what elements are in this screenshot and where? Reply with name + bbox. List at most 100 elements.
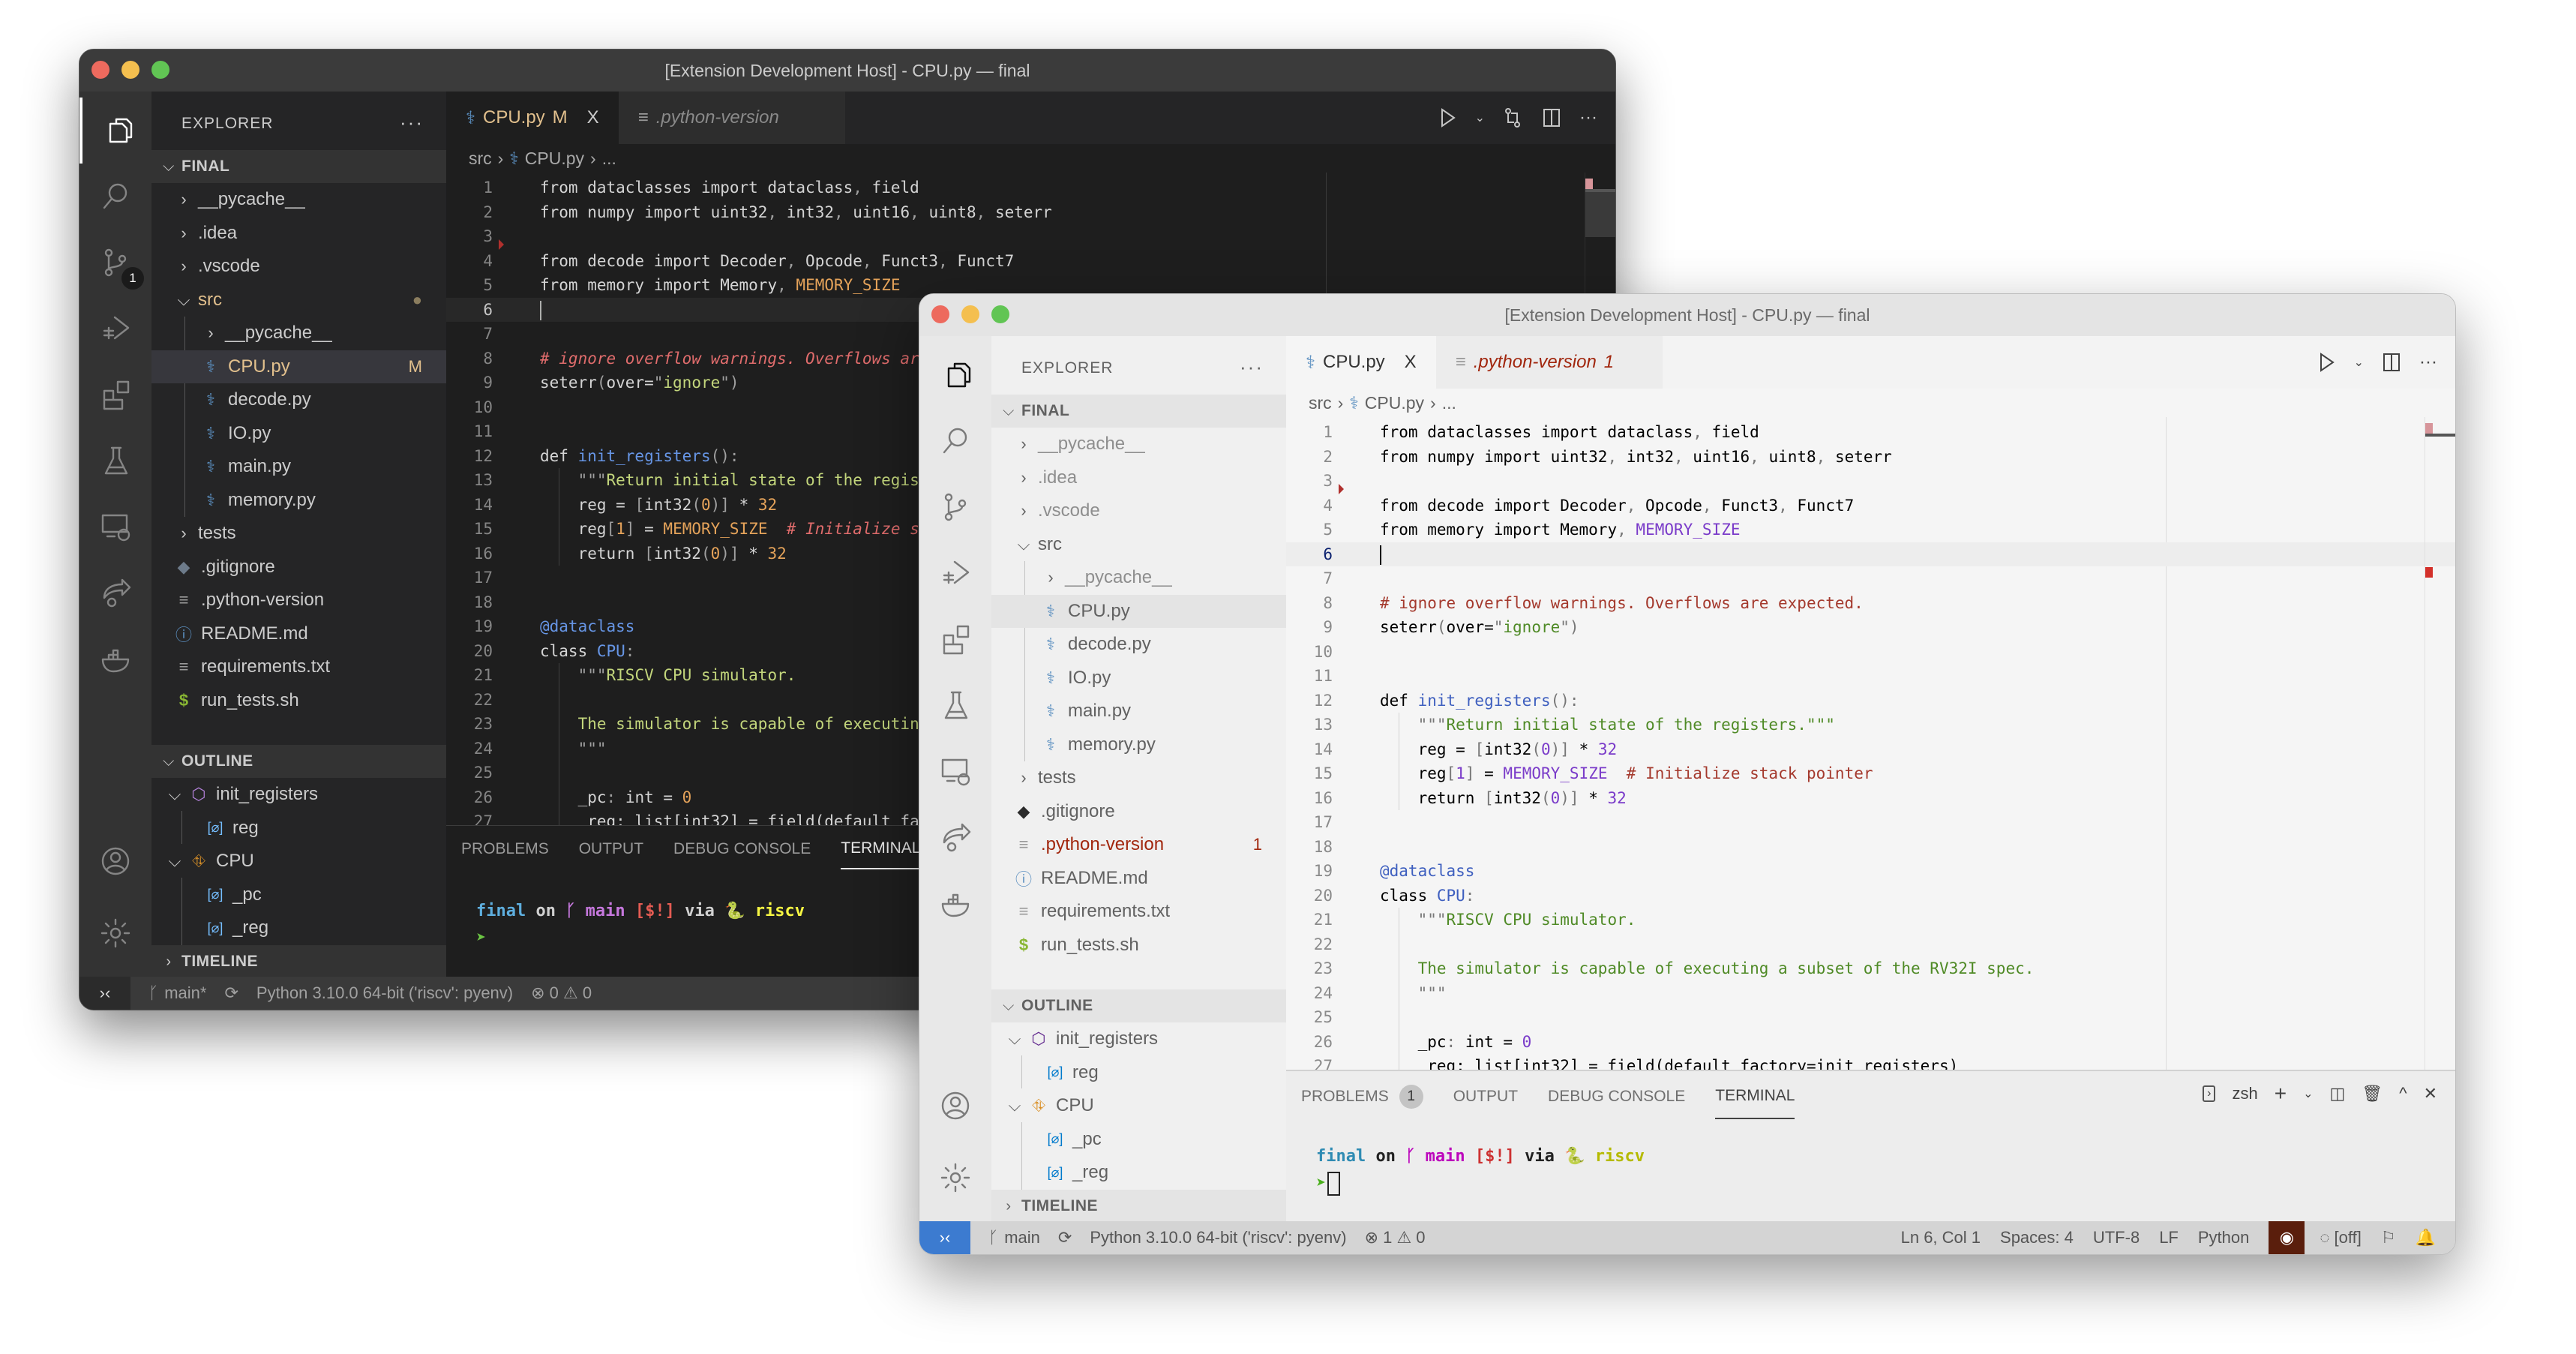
activity-search[interactable] xyxy=(919,408,991,474)
activity-accounts[interactable] xyxy=(919,1073,991,1139)
explorer-item[interactable]: ⓘ README.md xyxy=(151,617,446,650)
explorer-item[interactable]: ⚕ CPU.py M xyxy=(151,350,446,383)
split-editor-icon[interactable] xyxy=(2380,351,2403,374)
panel-tab[interactable]: PROBLEMS xyxy=(461,839,549,869)
status-item[interactable]: ⊗ 0 ⚠ 0 xyxy=(531,983,592,1003)
status-item[interactable]: ⟳ xyxy=(224,983,238,1003)
maximize-panel-icon[interactable]: ^ xyxy=(2399,1084,2407,1103)
activity-accounts[interactable] xyxy=(79,828,151,894)
explorer-item[interactable]: ⚕ memory.py xyxy=(151,484,446,517)
timeline-section[interactable]: › TIMELINE xyxy=(151,945,446,978)
breadcrumb-item[interactable]: CPU.py xyxy=(525,149,584,169)
run-dropdown-chevron-icon[interactable]: ⌄ xyxy=(1475,110,1485,125)
activity-docker[interactable] xyxy=(79,626,151,692)
panel-tab[interactable]: DEBUG CONSOLE xyxy=(1548,1085,1685,1119)
breadcrumb-item[interactable]: src xyxy=(469,149,492,169)
breadcrumb-item[interactable]: CPU.py xyxy=(1365,393,1424,413)
status-item[interactable]: ᚴ main* xyxy=(148,983,206,1003)
explorer-item[interactable]: › __pycache__ xyxy=(991,428,1286,461)
maximize-window-button[interactable] xyxy=(151,61,169,79)
run-python-file-icon[interactable] xyxy=(2315,351,2338,374)
close-panel-icon[interactable]: ✕ xyxy=(2424,1084,2437,1103)
close-window-button[interactable] xyxy=(91,61,109,79)
activity-explorer[interactable] xyxy=(919,342,991,408)
panel-tab[interactable]: OUTPUT xyxy=(579,839,643,869)
terminal[interactable]: final on ᚴ main [$!] via 🐍 riscv ➤ xyxy=(476,898,805,952)
panel-tab[interactable]: TERMINAL xyxy=(1715,1085,1795,1119)
explorer-item[interactable]: › tests xyxy=(151,517,446,550)
copilot-status[interactable]: ◉ xyxy=(2269,1221,2305,1254)
status-feedback[interactable]: ⚐ xyxy=(2381,1228,2396,1247)
breadcrumb-item[interactable]: src xyxy=(1309,393,1332,413)
status-item[interactable]: Python 3.10.0 64-bit ('riscv': pyenv) xyxy=(1090,1228,1346,1247)
outline-item[interactable]: ⌵ ⛗ CPU xyxy=(991,1089,1286,1122)
activity-extensions[interactable] xyxy=(919,606,991,672)
explorer-item[interactable]: ◆ .gitignore xyxy=(991,795,1286,828)
explorer-item[interactable]: ≡ .python-version xyxy=(151,584,446,617)
status-notifications[interactable]: 🔔 xyxy=(2416,1228,2436,1247)
editor-tab[interactable]: ⚕ CPU.py M X xyxy=(446,92,619,144)
explorer-item[interactable]: › .idea xyxy=(151,217,446,250)
status-item[interactable]: ᚴ main xyxy=(988,1228,1040,1247)
explorer-item[interactable]: › tests xyxy=(991,761,1286,794)
scrollbar-thumb[interactable] xyxy=(1585,192,1615,237)
activity-live-share[interactable] xyxy=(79,560,151,626)
timeline-section[interactable]: › TIMELINE xyxy=(991,1190,1286,1223)
explorer-item[interactable]: ⚕ decode.py xyxy=(991,628,1286,661)
folder-section-final[interactable]: ⌵ FINAL xyxy=(991,395,1286,428)
status-item[interactable]: ⊗ 1 ⚠ 0 xyxy=(1365,1228,1426,1247)
explorer-item[interactable]: ⌵ src xyxy=(991,528,1286,561)
activity-live-share[interactable] xyxy=(919,804,991,870)
activity-remote-explorer[interactable] xyxy=(919,738,991,804)
explorer-item[interactable]: ⚕ memory.py xyxy=(991,728,1286,761)
explorer-item[interactable]: ⌵ src ● xyxy=(151,284,446,317)
outline-item[interactable]: [⌀] _pc xyxy=(991,1123,1286,1156)
explorer-item[interactable]: $ run_tests.sh xyxy=(151,684,446,717)
open-changes-icon[interactable] xyxy=(1501,107,1524,129)
explorer-item[interactable]: › __pycache__ xyxy=(151,317,446,350)
panel-tab[interactable]: TERMINAL xyxy=(841,839,921,869)
status-encoding[interactable]: UTF-8 xyxy=(2093,1228,2140,1247)
folder-section-final[interactable]: ⌵ FINAL xyxy=(151,150,446,183)
activity-extensions[interactable] xyxy=(79,362,151,428)
explorer-item[interactable]: ⚕ main.py xyxy=(991,695,1286,728)
outline-item[interactable]: [⌀] _pc xyxy=(151,878,446,911)
editor-tab[interactable]: ≡ .python-version xyxy=(618,92,845,144)
activity-explorer[interactable] xyxy=(79,98,151,164)
explorer-item[interactable]: ⚕ IO.py xyxy=(991,662,1286,695)
status-indentation[interactable]: Spaces: 4 xyxy=(2000,1228,2074,1247)
activity-run-debug[interactable] xyxy=(919,540,991,606)
explorer-item[interactable]: ⚕ decode.py xyxy=(151,383,446,416)
close-window-button[interactable] xyxy=(931,305,949,323)
explorer-item[interactable]: ⚕ IO.py xyxy=(151,417,446,450)
panel-tab[interactable]: PROBLEMS 1 xyxy=(1301,1085,1423,1119)
outline-item[interactable]: [⌀] reg xyxy=(151,812,446,845)
outline-item[interactable]: ⌵ ⛗ CPU xyxy=(151,845,446,878)
close-tab-icon[interactable]: X xyxy=(1405,352,1417,373)
explorer-item[interactable]: $ run_tests.sh xyxy=(991,929,1286,962)
status-live-share-status[interactable]: ◌ [off] xyxy=(2320,1228,2361,1247)
activity-testing[interactable] xyxy=(79,428,151,494)
activity-remote-explorer[interactable] xyxy=(79,494,151,560)
explorer-item[interactable]: › __pycache__ xyxy=(151,183,446,216)
more-actions-icon[interactable]: ··· xyxy=(1579,107,1597,128)
status-item[interactable]: Python 3.10.0 64-bit ('riscv': pyenv) xyxy=(256,983,513,1003)
explorer-item[interactable]: ≡ requirements.txt xyxy=(151,650,446,683)
outline-item[interactable]: [⌀] _reg xyxy=(991,1156,1286,1189)
explorer-item[interactable]: ≡ .python-version 1 xyxy=(991,828,1286,861)
close-tab-icon[interactable]: X xyxy=(587,107,599,128)
activity-run-debug[interactable] xyxy=(79,296,151,362)
split-editor-icon[interactable] xyxy=(1540,107,1563,129)
explorer-item[interactable]: ⓘ README.md xyxy=(991,862,1286,895)
explorer-item[interactable]: › .idea xyxy=(991,461,1286,494)
outline-item[interactable]: [⌀] _reg xyxy=(151,911,446,944)
status-line-ending[interactable]: LF xyxy=(2159,1228,2179,1247)
explorer-item[interactable]: ◆ .gitignore xyxy=(151,551,446,584)
run-python-file-icon[interactable] xyxy=(1436,107,1459,129)
status-language-mode[interactable]: Python xyxy=(2198,1228,2250,1247)
more-actions-icon[interactable]: ··· xyxy=(2419,352,2437,373)
activity-source-control[interactable] xyxy=(919,474,991,540)
status-cursor-position[interactable]: Ln 6, Col 1 xyxy=(1901,1228,1981,1247)
kill-terminal-icon[interactable]: 🗑 xyxy=(2362,1084,2383,1103)
more-actions-icon[interactable]: ··· xyxy=(1240,356,1264,379)
